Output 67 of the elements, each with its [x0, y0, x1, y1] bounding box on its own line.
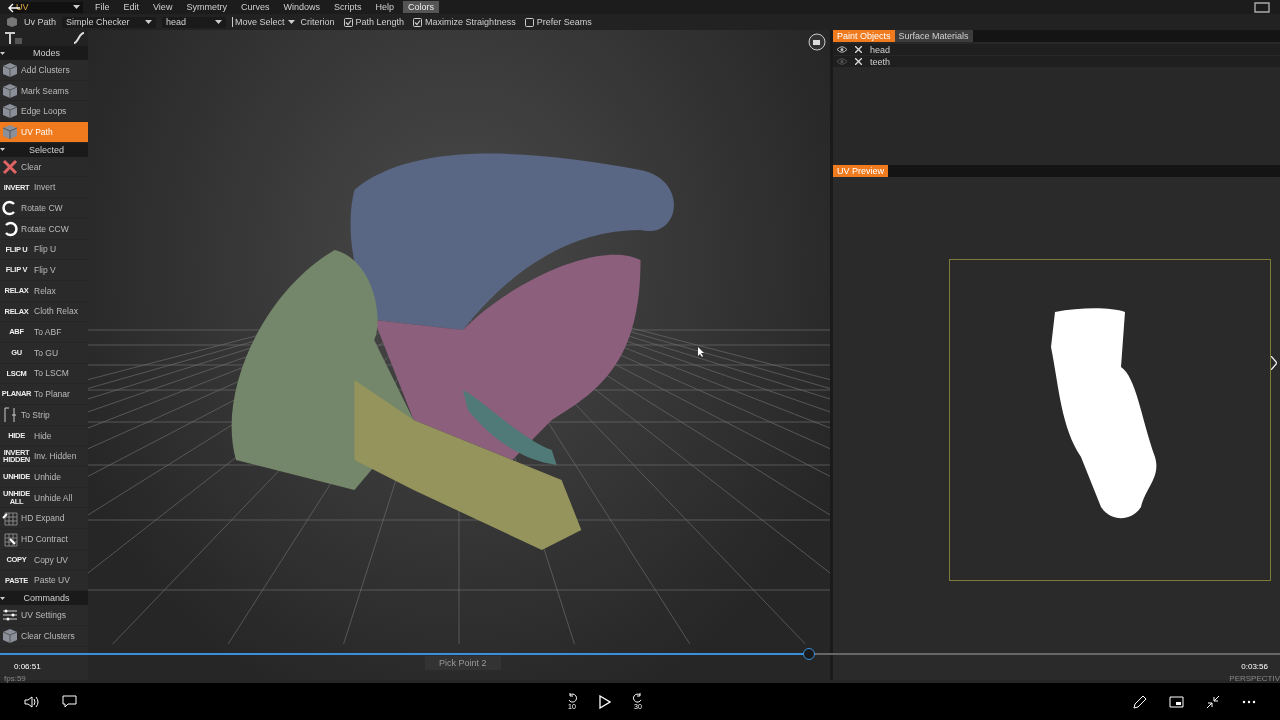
panel-tab[interactable]: Surface Materials [894, 30, 973, 42]
window-icon[interactable] [1254, 1, 1270, 13]
caret-icon [215, 20, 222, 24]
texture-dropdown[interactable]: Simple Checker [62, 16, 156, 28]
projection-label: PERSPECTIV [1229, 674, 1280, 683]
miniplayer-icon[interactable] [1169, 695, 1184, 708]
volume-icon[interactable] [24, 694, 40, 709]
menu-item[interactable]: Help [370, 1, 399, 13]
remaining-time: 0:03:56 [1241, 662, 1268, 671]
caret-icon [287, 20, 295, 24]
object-name[interactable]: head [870, 44, 891, 55]
more-icon[interactable] [1242, 699, 1256, 704]
tool-item[interactable]: HD Contract [0, 529, 88, 550]
tool-item[interactable]: HD Expand [0, 508, 88, 530]
section-header[interactable]: Modes [0, 46, 88, 60]
grid-icon [1, 530, 19, 547]
tool-item[interactable]: Add Clusters [0, 60, 88, 81]
cube-icon [1, 123, 19, 140]
menu-item[interactable]: View [148, 1, 178, 13]
caret-icon [73, 5, 80, 9]
cross-icon [1, 158, 19, 175]
cube-icon [1, 61, 19, 78]
fps-label: fps:59 [4, 674, 26, 683]
section-header[interactable]: Commands [0, 591, 88, 606]
collapse-icon [0, 51, 5, 55]
option-checkbox[interactable]: Path Length [343, 17, 405, 27]
menu-item[interactable]: Colors [402, 1, 439, 13]
elapsed-time: 0:06:51 [14, 662, 41, 671]
object-dropdown[interactable]: head [162, 16, 226, 28]
caret-icon [145, 20, 152, 24]
collapse-icon[interactable] [1206, 694, 1220, 709]
collapse-icon [0, 596, 5, 600]
status-label: Pick Point 2 [425, 656, 501, 670]
grid-icon [1, 510, 19, 527]
curve-tool-icon[interactable] [73, 32, 85, 44]
close-icon[interactable] [855, 58, 862, 65]
tool-name: Uv Path [24, 17, 56, 27]
menu-item[interactable]: Curves [235, 1, 275, 13]
option-checkbox[interactable]: Maximize Straightness [413, 17, 516, 27]
collapse-icon [0, 148, 5, 152]
menu-item[interactable]: Symmetry [181, 1, 232, 13]
cube-icon [6, 16, 18, 28]
play-icon[interactable] [599, 694, 611, 709]
room-dropdown[interactable]: UV [12, 1, 83, 13]
menu-item[interactable]: Edit [118, 1, 145, 13]
mouse-cursor-icon [698, 347, 705, 357]
close-icon[interactable] [855, 46, 862, 53]
criterion-label: Criterion [300, 17, 335, 27]
cube-icon [1, 82, 19, 99]
tool-item[interactable]: Mark Seams [0, 80, 88, 102]
cube-icon [1, 627, 19, 644]
eye-icon[interactable] [837, 46, 847, 53]
option-checkbox[interactable]: Prefer Seams [524, 17, 592, 27]
mode-dropdown[interactable]: Move Select [232, 17, 295, 27]
text-tool-icon[interactable] [3, 31, 25, 45]
chevron-right-icon[interactable] [1271, 356, 1277, 370]
viewport[interactable]: Pick Point 2 [88, 30, 833, 680]
menu-item[interactable]: Scripts [328, 1, 367, 13]
pen-icon[interactable] [1133, 694, 1147, 709]
cube-icon [1, 103, 19, 120]
strip-icon [1, 406, 19, 423]
menu-item[interactable]: File [90, 1, 115, 13]
tool-item[interactable]: Clear Clusters [0, 625, 88, 647]
menu-item[interactable]: Windows [278, 1, 325, 13]
camera-icon[interactable] [808, 33, 826, 51]
captions-icon[interactable] [62, 695, 77, 708]
object-name[interactable]: teeth [870, 56, 891, 67]
